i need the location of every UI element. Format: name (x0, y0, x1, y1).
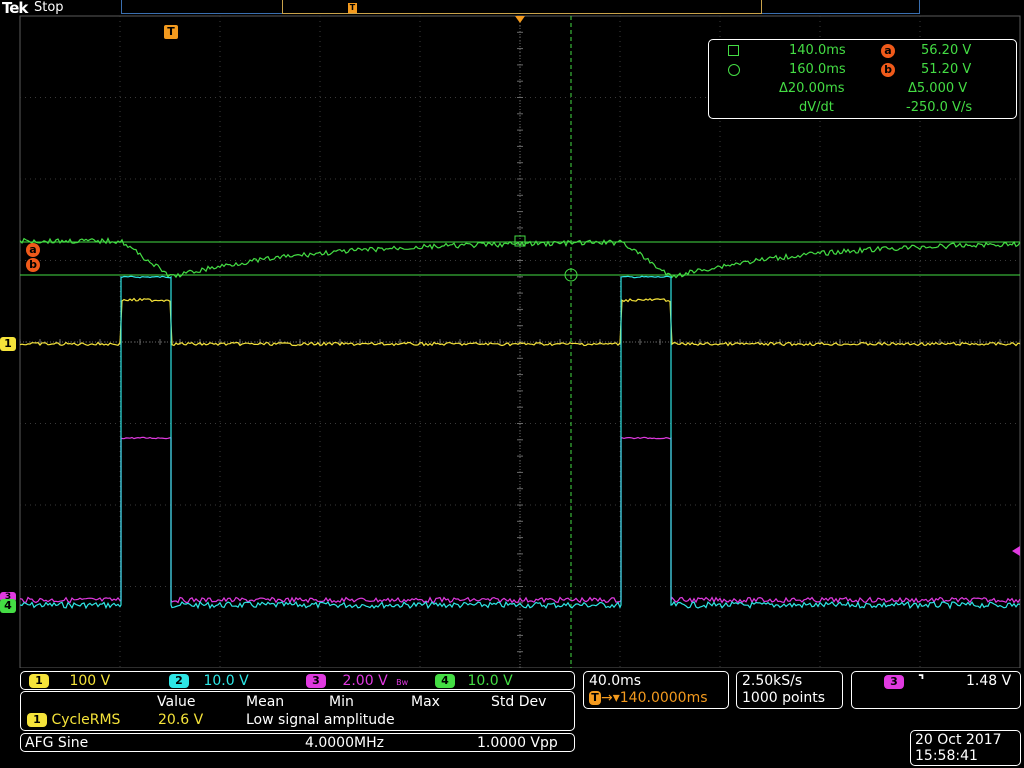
afg-frequency: 4.0000MHz (305, 735, 384, 751)
horizontal-position: T →▾140.0000ms (589, 690, 708, 706)
acquisition-panel[interactable]: 2.50kS/s 1000 points (736, 671, 843, 709)
ch3-scale-readout[interactable]: 3 2.00 V Bw (306, 673, 408, 689)
ch2-scale-readout[interactable]: 2 10.0 V (169, 673, 249, 689)
meas-row[interactable]: 1 CycleRMS (27, 712, 120, 728)
cursor-a-badge: a (881, 44, 895, 58)
trigger-source: 3 (884, 674, 904, 690)
ch3-badge: 3 (306, 674, 326, 688)
trigger-level-marker[interactable] (1012, 546, 1020, 556)
ch1-badge: 1 (29, 674, 49, 688)
cursor-b-value: 51.20 V (921, 62, 972, 77)
cursor-a-time: 140.0ms (789, 43, 846, 58)
falling-edge-icon: ⌝ (918, 673, 925, 689)
datetime-panel: 20 Oct 2017 15:58:41 (910, 730, 1021, 766)
trigger-position-marker[interactable] (515, 16, 525, 23)
cursor-rate-label: dV/dt (799, 100, 834, 115)
cursor-rate-value: -250.0 V/s (906, 100, 973, 115)
trigger-source-badge: 3 (884, 675, 904, 689)
ch1-scale-readout[interactable]: 1 100 V (29, 673, 110, 689)
cursor-delta-value: Δ5.000 V (908, 81, 968, 96)
cursor-delta-time: Δ20.00ms (779, 81, 845, 96)
trigger-t-marker[interactable]: T (164, 25, 178, 39)
date: 20 Oct 2017 (915, 732, 1002, 748)
meas-header-max: Max (411, 694, 440, 710)
channel-scale-panel: 1 100 V 2 10.0 V 3 2.00 V Bw 4 10.0 V (20, 671, 575, 690)
ch3-scale: 2.00 V (342, 673, 388, 689)
cursor-b-marker[interactable]: b (26, 258, 40, 272)
ch4-scale-readout[interactable]: 4 10.0 V (435, 673, 513, 689)
meas-value: 20.6 V (158, 712, 204, 728)
trigger-level: 1.48 V (966, 673, 1012, 689)
ch1-ground-marker[interactable]: 1 (0, 337, 16, 351)
trigger-panel[interactable]: 3 ⌝ 1.48 V (851, 671, 1021, 709)
ch4-badge: 4 (435, 674, 455, 688)
time-per-div: 40.0ms (589, 673, 642, 689)
cursor-a-value: 56.20 V (921, 43, 972, 58)
cursor-b-time: 160.0ms (789, 62, 846, 77)
ch2-scale: 10.0 V (203, 673, 249, 689)
ch4-ground-marker[interactable]: 4 (0, 599, 16, 613)
measurement-panel[interactable]: Value Mean Min Max Std Dev 1 CycleRMS 20… (20, 691, 575, 731)
cursor-readout[interactable]: 140.0ms 160.0ms a b 56.20 V 51.20 V Δ20.… (708, 39, 1017, 119)
meas-header-min: Min (329, 694, 354, 710)
afg-amplitude: 1.0000 Vpp (477, 735, 558, 751)
sample-rate: 2.50kS/s (742, 673, 803, 689)
meas-header-value: Value (157, 694, 196, 710)
cursor-a-marker[interactable]: a (26, 243, 40, 257)
ch4-scale: 10.0 V (467, 673, 513, 689)
trigger-pos-icon: T (589, 691, 601, 705)
meas-name: CycleRMS (51, 712, 121, 728)
meas-note: Low signal amplitude (246, 712, 395, 728)
meas-header-mean: Mean (246, 694, 285, 710)
meas-header-stddev: Std Dev (491, 694, 547, 710)
record-length: 1000 points (742, 690, 826, 706)
horizontal-panel[interactable]: 40.0ms T →▾140.0000ms (583, 671, 729, 709)
time: 15:58:41 (915, 748, 978, 764)
cursor-b-badge: b (881, 63, 895, 77)
horizontal-position-value: 140.0000ms (619, 690, 708, 706)
afg-panel[interactable]: AFG Sine 4.0000MHz 1.0000 Vpp (20, 733, 575, 752)
bandwidth-limit-icon: Bw (396, 678, 409, 687)
afg-waveform: AFG Sine (25, 735, 89, 751)
cursor-a-square-icon (728, 45, 739, 56)
ch2-badge: 2 (169, 674, 189, 688)
cursor-b-circle-icon (728, 64, 740, 76)
meas-channel-badge: 1 (27, 713, 47, 727)
ch1-scale: 100 V (69, 673, 111, 689)
